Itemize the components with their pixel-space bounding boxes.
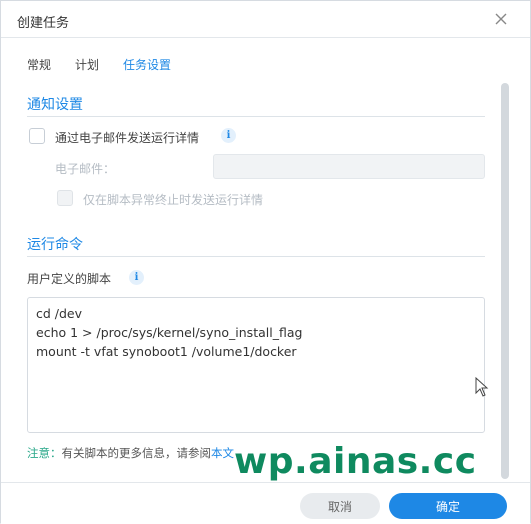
dialog-titlebar: 创建任务 — [1, 1, 530, 38]
mouse-pointer-icon — [475, 376, 489, 401]
script-editor[interactable]: cd /dev echo 1 > /proc/sys/kernel/syno_i… — [27, 297, 485, 433]
section-divider — [27, 256, 485, 257]
abnormal-only-label: 仅在脚本异常终止时发送运行详情 — [83, 193, 264, 207]
info-icon[interactable]: i — [221, 128, 236, 143]
dialog-footer: 取消 确定 — [1, 482, 530, 524]
tab-general[interactable]: 常规 — [27, 56, 51, 73]
ok-button[interactable]: 确定 — [389, 493, 507, 519]
close-icon[interactable] — [492, 10, 510, 28]
section-divider — [27, 116, 485, 117]
cancel-button[interactable]: 取消 — [300, 493, 380, 519]
create-task-dialog: 创建任务 常规 计划 任务设置 通知设置 通过电子邮件发送运行详情 i 电子邮件… — [0, 0, 531, 524]
email-field[interactable] — [213, 154, 485, 179]
note-text: 有关脚本的更多信息，请参阅 — [61, 446, 212, 460]
tab-bar: 常规 计划 任务设置 — [1, 53, 530, 75]
run-command-heading: 运行命令 — [27, 237, 83, 253]
script-line: mount -t vfat synoboot1 /volume1/docker — [36, 344, 297, 359]
abnormal-only-checkbox[interactable] — [57, 190, 73, 206]
dialog-title: 创建任务 — [17, 16, 70, 31]
tab-schedule[interactable]: 计划 — [75, 56, 99, 73]
script-label: 用户定义的脚本 — [27, 272, 112, 286]
send-email-label: 通过电子邮件发送运行详情 — [55, 131, 200, 145]
info-icon[interactable]: i — [129, 270, 144, 285]
send-email-checkbox[interactable] — [29, 128, 45, 144]
task-settings-panel: 通知设置 通过电子邮件发送运行详情 i 电子邮件： 仅在脚本异常终止时发送运行详… — [1, 87, 531, 467]
tab-task-settings[interactable]: 任务设置 — [123, 56, 171, 73]
script-note: 注意：有关脚本的更多信息，请参阅本文 — [27, 445, 234, 461]
email-label: 电子邮件： — [55, 162, 116, 176]
notification-heading: 通知设置 — [27, 97, 83, 113]
script-line: echo 1 > /proc/sys/kernel/syno_install_f… — [36, 325, 303, 340]
scrollbar[interactable] — [501, 83, 509, 479]
note-link[interactable]: 本文 — [211, 446, 234, 460]
watermark: wp.ainas.cc — [234, 441, 477, 482]
note-prefix: 注意： — [27, 446, 62, 460]
script-line: cd /dev — [36, 306, 83, 321]
